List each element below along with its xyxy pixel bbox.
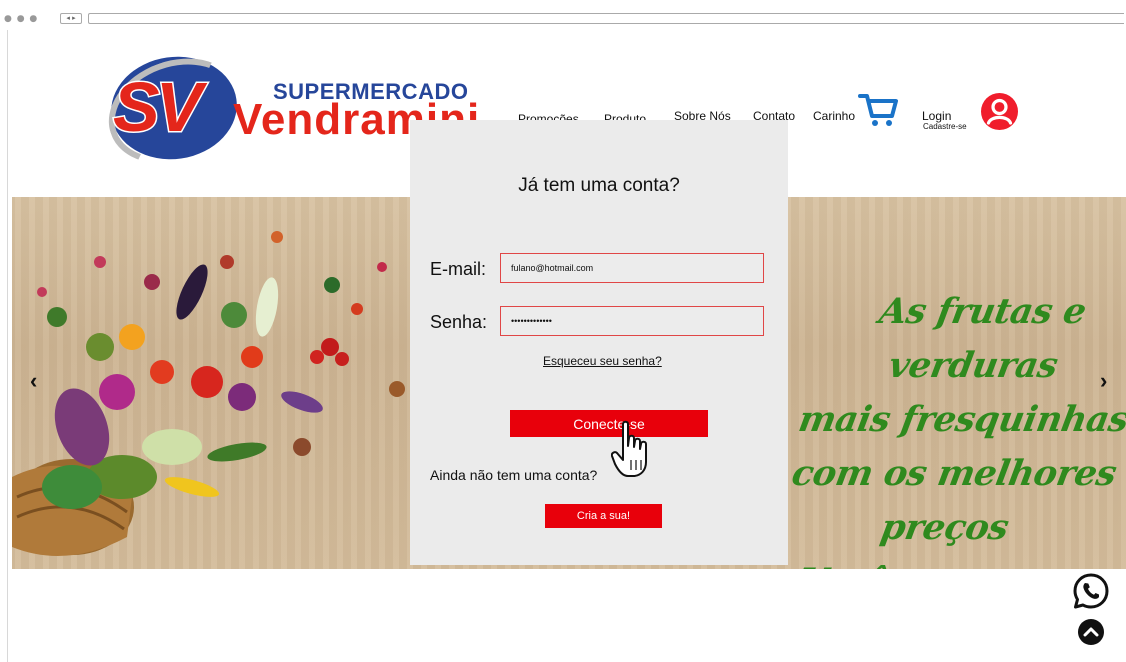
shopping-cart-icon[interactable] [858,92,898,128]
carousel-prev-icon[interactable]: ‹ [30,368,37,394]
carousel-next-icon[interactable]: › [1100,368,1107,394]
forgot-password-link[interactable]: Esqueceu seu senha? [543,354,662,368]
user-icon[interactable] [981,93,1018,130]
connect-button[interactable]: Conecte-se [510,410,708,437]
hand-cursor-icon [611,420,647,477]
hero-slogan: As frutas e verduras mais fresquinhas co… [751,285,1126,569]
frame-border [7,30,8,662]
signup-link[interactable]: Cadastre-se [923,122,967,131]
browser-nav-arrows-icon[interactable]: ◂ ▸ [60,13,82,24]
password-field[interactable] [500,306,764,336]
vegetables-basket-image [12,231,405,556]
logo-initials: SV [111,68,203,147]
email-field[interactable] [500,253,764,283]
window-controls-icon[interactable]: ● ● ● [4,14,38,24]
login-link[interactable]: Login [922,109,951,123]
create-account-button[interactable]: Cria a sua! [545,504,662,528]
slogan-line: mais fresquinhas [795,399,1126,440]
address-bar[interactable] [88,13,1124,24]
login-panel: Já tem uma conta? E-mail: Senha: Esquece… [410,120,788,565]
email-label: E-mail: [430,259,487,279]
nav-item-carinho[interactable]: Carinho [813,109,855,123]
password-label: Senha: [430,312,488,332]
slogan-line: As frutas e verduras [876,291,1090,386]
chevron-up-icon[interactable] [1077,618,1105,646]
no-account-label: Ainda não tem uma conta? [430,467,598,483]
slogan-line: Você encontra Aqui! [751,555,1110,569]
whatsapp-icon[interactable] [1072,572,1110,610]
login-title: Já tem uma conta? [518,175,680,196]
slogan-line: com os melhores preços [788,453,1120,548]
browser-toolbar: ● ● ● ◂ ▸ [0,0,1126,30]
